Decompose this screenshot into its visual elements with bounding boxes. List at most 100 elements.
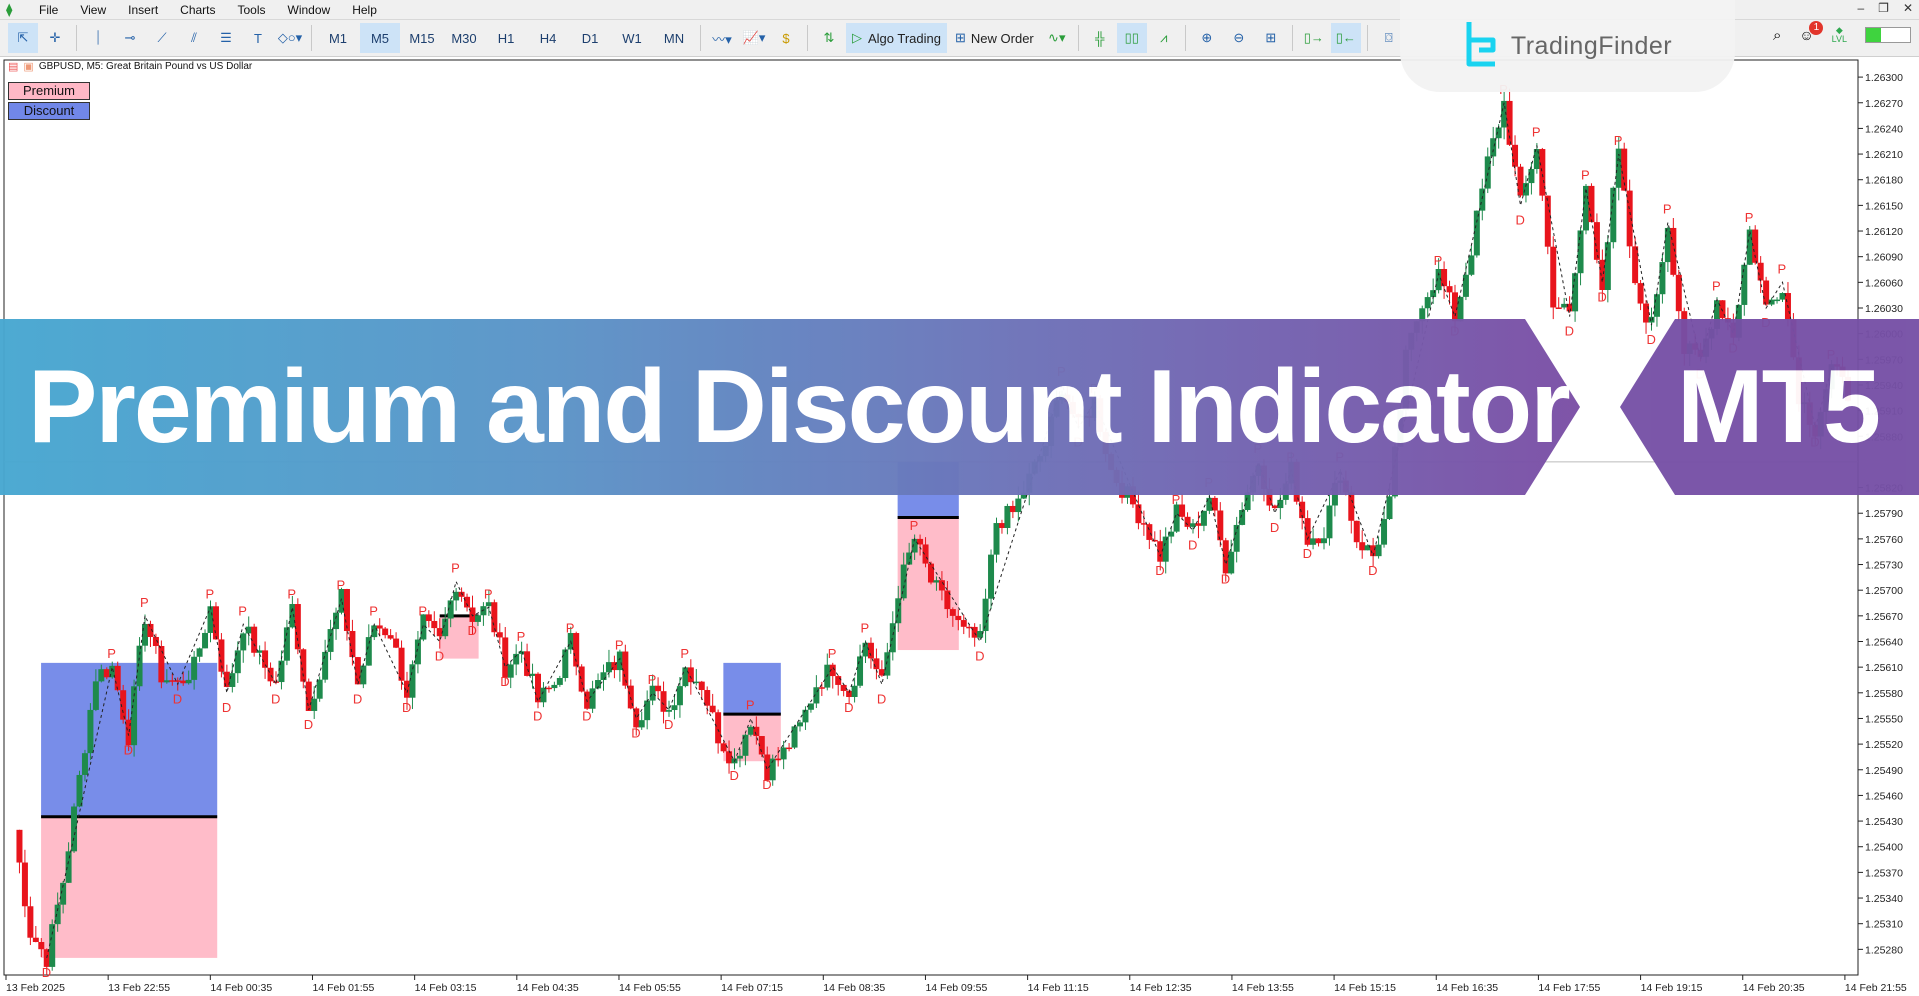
bear-candle [524, 651, 531, 676]
bear-candle [376, 625, 383, 629]
bull-candle [1015, 498, 1022, 513]
y-tick-label: 1.26240 [1865, 123, 1903, 135]
premium-zone [897, 517, 959, 651]
autoscroll-icon[interactable]: ▯→ [1299, 23, 1329, 53]
premium-pivot-label: P [140, 595, 149, 610]
premium-pivot-label: P [1745, 210, 1754, 225]
menu-window[interactable]: Window [277, 3, 342, 17]
bull-candle [682, 667, 689, 687]
new-order-button[interactable]: ⊞ New Order [949, 23, 1040, 53]
premium-pivot-label: P [680, 646, 689, 661]
chart-type-icon[interactable]: 〰▾ [707, 23, 737, 53]
bear-candle [1544, 195, 1551, 247]
bull-candle [693, 681, 700, 684]
level-icon[interactable]: ◆ LVL [1832, 26, 1847, 44]
tf-m15[interactable]: M15 [402, 23, 442, 53]
text-icon[interactable]: T [243, 23, 273, 53]
bear-candle [835, 676, 842, 685]
indicators-icon[interactable]: 📈▾ [739, 23, 769, 53]
bull-candle [556, 678, 563, 685]
bull-candle [1779, 293, 1786, 300]
bear-candle [873, 658, 880, 670]
bear-candle [496, 632, 503, 638]
vertical-line-icon[interactable]: ⏐ [83, 23, 113, 53]
bear-candle [114, 665, 121, 691]
algo-trading-button[interactable]: ▷ Algo Trading [846, 23, 947, 53]
discount-pivot-label: D [468, 623, 477, 638]
y-tick-label: 1.25730 [1865, 560, 1903, 572]
bull-candle [1484, 156, 1491, 189]
shapes-icon[interactable]: ◇○▾ [275, 23, 305, 53]
tf-h4[interactable]: H4 [528, 23, 568, 53]
bear-candle [1135, 504, 1142, 524]
bear-candle [1555, 307, 1562, 309]
line-chart-icon[interactable]: ⩘ [1149, 23, 1179, 53]
tf-d1[interactable]: D1 [570, 23, 610, 53]
menu-help[interactable]: Help [341, 3, 388, 17]
tf-h1[interactable]: H1 [486, 23, 526, 53]
zoom-in-icon[interactable]: ⊕ [1192, 23, 1222, 53]
bear-candle [971, 626, 978, 638]
premium-pivot-label: P [1712, 278, 1721, 293]
bull-candle [900, 564, 907, 599]
discount-pivot-label: D [222, 700, 231, 715]
tf-m30[interactable]: M30 [444, 23, 484, 53]
menu-tools[interactable]: Tools [227, 3, 277, 17]
toolbar-separator [807, 25, 808, 51]
x-tick-label: 14 Feb 03:15 [415, 982, 477, 994]
chart-shift-icon[interactable]: ▯← [1330, 23, 1361, 53]
zoom-out-icon[interactable]: ⊖ [1224, 23, 1254, 53]
bull-candle [736, 755, 743, 759]
signals-icon[interactable]: ∿▾ [1042, 23, 1072, 53]
bull-candle [993, 523, 1000, 555]
toolbar-separator [76, 25, 77, 51]
discount-pivot-label: D [1188, 537, 1197, 552]
trendline-icon[interactable]: ⟋ [147, 23, 177, 53]
bar-chart-icon[interactable]: ╬ [1085, 23, 1115, 53]
premium-pivot-label: P [828, 646, 837, 661]
premium-legend[interactable]: Premium [8, 82, 90, 100]
channel-icon[interactable]: ⫽ [179, 23, 209, 53]
bear-candle [1626, 190, 1633, 247]
candlestick-icon[interactable]: ▯▯ [1116, 23, 1147, 53]
bull-candle [1648, 316, 1655, 323]
x-tick-label: 14 Feb 15:15 [1334, 982, 1396, 994]
restore-button[interactable]: ❐ [1878, 1, 1889, 15]
tile-windows-icon[interactable]: ⊞ [1256, 23, 1286, 53]
x-tick-label: 14 Feb 05:55 [619, 982, 681, 994]
tf-w1[interactable]: W1 [612, 23, 652, 53]
tf-m1[interactable]: M1 [318, 23, 358, 53]
banner-title: Premium and Discount Indicator [28, 348, 1571, 465]
bear-candle [305, 681, 312, 711]
minimize-button[interactable]: – [1857, 1, 1864, 15]
tf-mn[interactable]: MN [654, 23, 694, 53]
y-tick-label: 1.26060 [1865, 277, 1903, 289]
close-button[interactable]: ✕ [1903, 1, 1913, 15]
bull-candle [87, 709, 94, 754]
dollar-icon[interactable]: $ [771, 23, 801, 53]
x-tick-label: 14 Feb 17:55 [1538, 982, 1600, 994]
menu-view[interactable]: View [69, 3, 117, 17]
bear-candle [687, 667, 694, 683]
tf-m5[interactable]: M5 [360, 23, 400, 53]
bull-candle [54, 904, 61, 925]
menu-file[interactable]: File [28, 3, 69, 17]
discount-legend[interactable]: Discount [8, 102, 90, 120]
y-tick-label: 1.25580 [1865, 688, 1903, 700]
menu-insert[interactable]: Insert [117, 3, 169, 17]
price-chart[interactable]: 1.26300 1.26270 1.26240 1.26210 1.26180 1.261… [0, 56, 1919, 996]
fibonacci-icon[interactable]: ☰ [211, 23, 241, 53]
menu-charts[interactable]: Charts [169, 3, 226, 17]
cursor-icon[interactable]: ⇱ [8, 23, 38, 53]
search-icon[interactable]: ⌕ [1773, 27, 1781, 44]
bear-candle [1304, 518, 1311, 545]
discount-pivot-label: D [582, 708, 591, 723]
bull-candle [1173, 504, 1180, 532]
platform-tag-banner: MT5 [1620, 319, 1919, 495]
bear-candle [1637, 283, 1644, 304]
crosshair-icon[interactable]: ✛ [40, 23, 70, 53]
account-icon[interactable]: ☺ 1 [1799, 21, 1824, 43]
horizontal-line-icon[interactable]: ⊸ [115, 23, 145, 53]
buy-sell-icon[interactable]: ⇅ [814, 23, 844, 53]
banner-tag: MT5 [1677, 348, 1881, 465]
